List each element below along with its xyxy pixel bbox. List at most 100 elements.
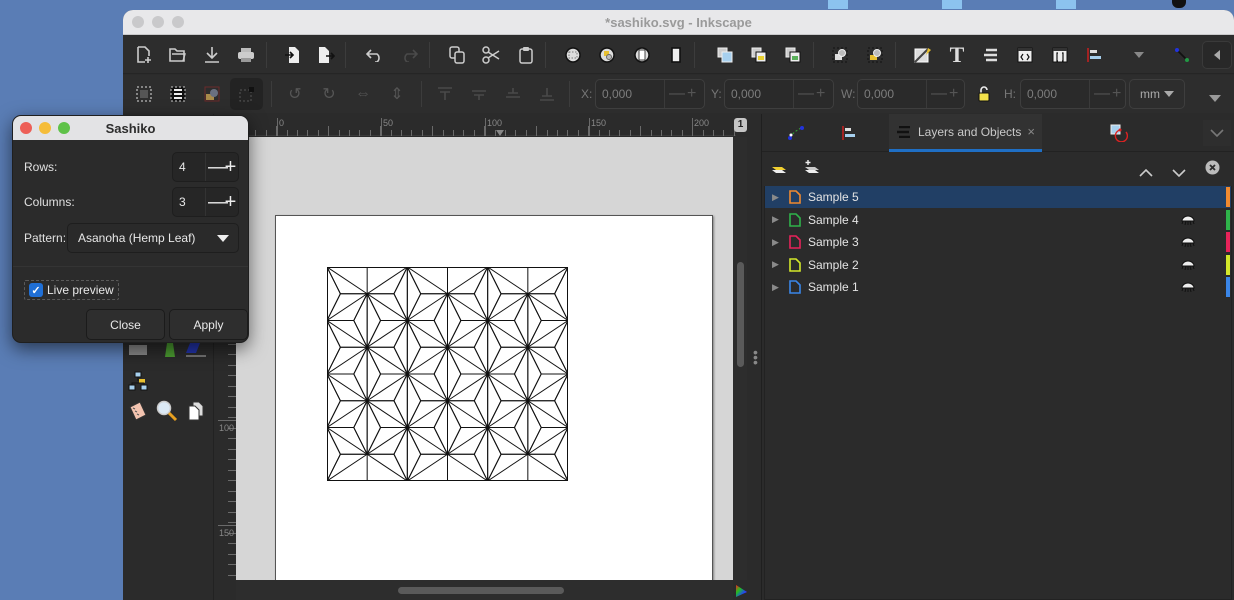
vertical-scrollbar[interactable] [733, 137, 747, 580]
increment-columns-button[interactable]: + [223, 192, 238, 212]
canvas[interactable] [236, 137, 733, 580]
w-input[interactable] [858, 87, 926, 101]
tool-connector[interactable] [127, 370, 149, 392]
decrement-x-button[interactable]: — [669, 85, 685, 103]
move-layer-down-button[interactable] [1172, 164, 1186, 182]
flip-vertical-button[interactable]: ⇕ [385, 82, 409, 106]
h-stepper[interactable]: — + [1089, 80, 1125, 108]
ungroup-button[interactable] [863, 43, 887, 67]
asanoha-pattern[interactable] [327, 267, 568, 481]
paste-button[interactable] [514, 43, 538, 67]
select-same-button[interactable] [200, 82, 224, 106]
selectors-css-button[interactable] [1048, 43, 1072, 67]
pattern-select[interactable]: Asanoha (Hemp Leaf) [67, 223, 239, 253]
expand-arrow-icon[interactable]: ▶ [772, 282, 779, 293]
group-button[interactable] [828, 43, 852, 67]
expand-arrow-icon[interactable]: ▶ [772, 259, 779, 270]
unit-select[interactable]: mm [1129, 79, 1185, 109]
tab-node-align[interactable] [762, 114, 882, 152]
y-field[interactable]: —+ [724, 79, 834, 109]
dock-tabs-menu-button[interactable] [1203, 120, 1231, 146]
unlink-clone-button[interactable] [781, 43, 805, 67]
layer-row[interactable]: ▶ Sample 4 [765, 209, 1231, 231]
redo-button[interactable] [397, 43, 421, 67]
cut-button[interactable] [479, 43, 503, 67]
x-input[interactable] [596, 87, 664, 101]
select-all-layers-button[interactable] [166, 82, 190, 106]
more-commands-button[interactable] [1127, 43, 1151, 67]
open-button[interactable] [166, 43, 190, 67]
rotate-ccw-button[interactable]: ↺ [283, 82, 307, 106]
fill-stroke-button[interactable] [911, 43, 935, 67]
snap-toggle-button[interactable] [1170, 43, 1194, 67]
layer-color-tag[interactable] [1226, 187, 1230, 207]
zoom-page-width-button[interactable] [664, 43, 688, 67]
zoom-selection-button[interactable] [561, 43, 585, 67]
decrement-y-button[interactable]: — [798, 85, 814, 103]
expand-arrow-icon[interactable]: ▶ [772, 214, 779, 225]
visibility-eye-icon[interactable] [1181, 260, 1195, 270]
import-button[interactable] [281, 43, 305, 67]
align-distribute-button[interactable] [1082, 43, 1106, 67]
tool-zoom[interactable] [156, 400, 178, 422]
lock-proportions-toggle[interactable] [978, 86, 990, 107]
tab-layers-and-objects[interactable]: Layers and Objects × [889, 114, 1042, 152]
layer-color-tag[interactable] [1226, 254, 1230, 275]
h-field[interactable]: —+ [1020, 79, 1126, 109]
y-input[interactable] [725, 87, 793, 101]
print-button[interactable] [234, 43, 258, 67]
columns-value[interactable]: 3 [173, 195, 205, 209]
rows-stepper[interactable]: — + [205, 153, 238, 181]
duplicate-button[interactable] [713, 43, 737, 67]
x-field[interactable]: —+ [595, 79, 705, 109]
rotate-cw-button[interactable]: ↻ [317, 82, 341, 106]
y-stepper[interactable]: — + [793, 80, 829, 108]
increment-x-button[interactable]: + [687, 85, 696, 103]
visibility-eye-icon[interactable] [1181, 282, 1195, 292]
dock-resize-handle[interactable]: • • • [753, 345, 758, 369]
add-layer-button[interactable] [771, 162, 787, 180]
rows-value[interactable]: 4 [173, 160, 205, 174]
visibility-eye-icon[interactable] [1181, 237, 1195, 247]
rows-spinbox[interactable]: 4 — + [172, 152, 239, 182]
collapse-snap-button[interactable] [1202, 41, 1232, 69]
raise-to-top-button[interactable] [433, 82, 457, 106]
lower-button[interactable] [501, 82, 525, 106]
new-document-button[interactable] [132, 43, 156, 67]
w-field[interactable]: —+ [857, 79, 965, 109]
copy-button[interactable] [445, 43, 469, 67]
decrement-h-button[interactable]: — [1094, 85, 1110, 103]
layer-row[interactable]: ▶ Sample 3 [765, 231, 1231, 253]
decrement-w-button[interactable]: — [931, 85, 947, 103]
tool-pages[interactable] [185, 400, 207, 422]
raise-button[interactable] [467, 82, 491, 106]
decrement-columns-button[interactable]: — [208, 192, 228, 212]
checkmark-icon[interactable]: ✓ [29, 283, 43, 297]
add-sublayer-button[interactable] [804, 159, 820, 180]
touch-select-toggle[interactable] [230, 78, 263, 110]
export-button[interactable] [314, 43, 338, 67]
w-stepper[interactable]: — + [926, 80, 962, 108]
columns-spinbox[interactable]: 3 — + [172, 187, 239, 217]
layer-row[interactable]: ▶ Sample 5 [765, 186, 1231, 208]
zoom-page-button[interactable] [630, 43, 654, 67]
select-all-button[interactable] [132, 82, 156, 106]
page-number-badge[interactable]: 1 [734, 118, 747, 132]
decrement-rows-button[interactable]: — [208, 157, 228, 177]
close-button[interactable]: Close [86, 309, 165, 340]
text-font-button[interactable]: T [945, 42, 969, 67]
xml-editor-button[interactable] [1013, 43, 1037, 67]
layers-button[interactable] [979, 43, 1003, 67]
horizontal-scrollbar[interactable] [236, 580, 733, 600]
increment-y-button[interactable]: + [816, 85, 825, 103]
vertical-scrollbar-thumb[interactable] [737, 262, 744, 367]
tab-transform[interactable] [1044, 114, 1194, 152]
layer-color-tag[interactable] [1226, 277, 1230, 297]
increment-w-button[interactable]: + [949, 85, 958, 103]
increment-rows-button[interactable]: + [223, 157, 238, 177]
flip-horizontal-button[interactable]: ⇔ [351, 82, 375, 106]
x-stepper[interactable]: — + [664, 80, 700, 108]
clone-button[interactable] [747, 43, 771, 67]
layer-color-tag[interactable] [1226, 209, 1230, 230]
visibility-eye-icon[interactable] [1181, 215, 1195, 225]
